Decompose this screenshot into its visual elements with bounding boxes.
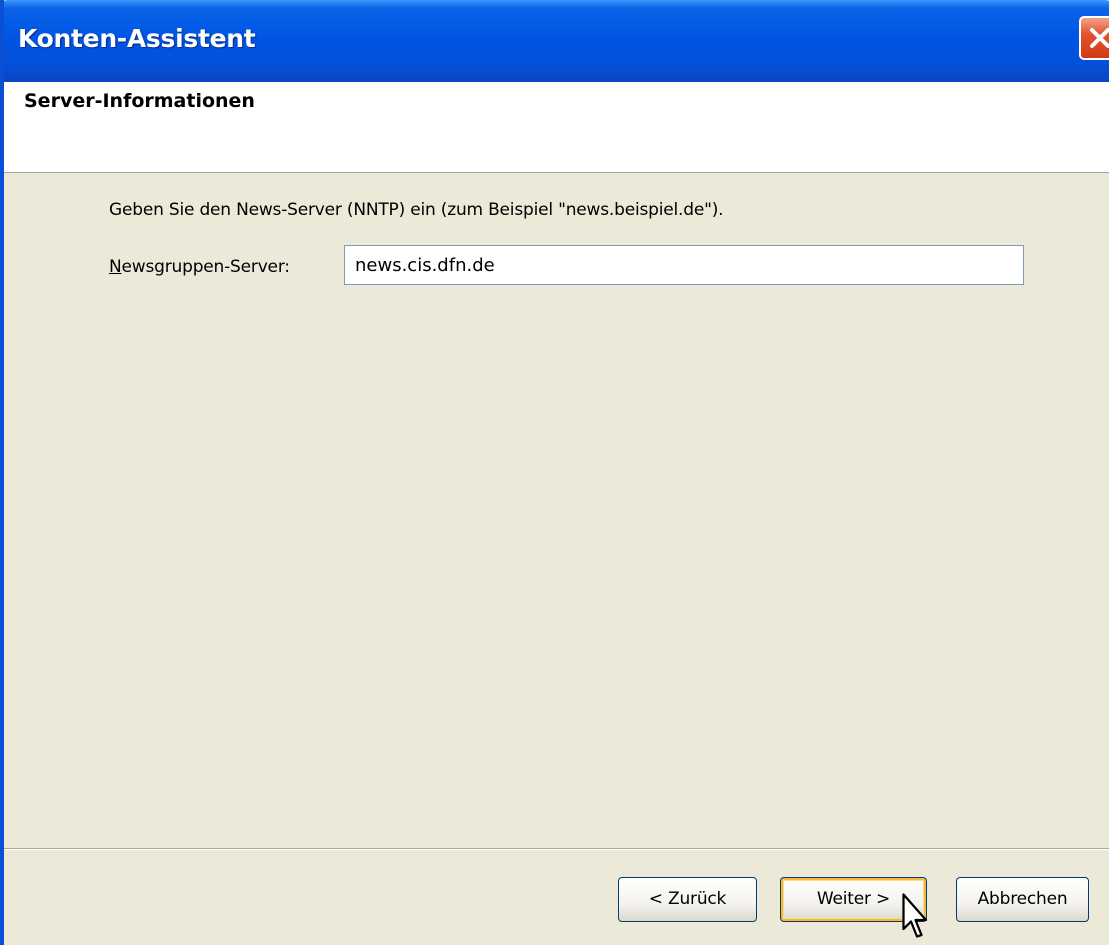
title-bar[interactable]: Konten-Assistent: [4, 0, 1109, 82]
close-icon: [1090, 28, 1109, 48]
back-button[interactable]: < Zurück: [618, 877, 757, 922]
window-title: Konten-Assistent: [18, 24, 256, 53]
account-wizard-window: Konten-Assistent Server-Informationen Ge…: [0, 0, 1109, 945]
wizard-page-header: Server-Informationen: [4, 82, 1109, 173]
cancel-button[interactable]: Abbrechen: [956, 877, 1089, 922]
server-label-text: ewsgruppen-Server:: [121, 257, 291, 277]
close-button[interactable]: [1079, 16, 1109, 60]
page-title: Server-Informationen: [24, 90, 255, 112]
footer-separator: [4, 848, 1109, 850]
mouse-pointer-icon: [902, 893, 928, 938]
newsgroup-server-input[interactable]: [344, 245, 1024, 285]
instruction-text: Geben Sie den News-Server (NNTP) ein (zu…: [109, 200, 724, 220]
server-field-label: Newsgruppen-Server:: [109, 257, 290, 277]
server-label-accelerator: N: [109, 257, 122, 277]
